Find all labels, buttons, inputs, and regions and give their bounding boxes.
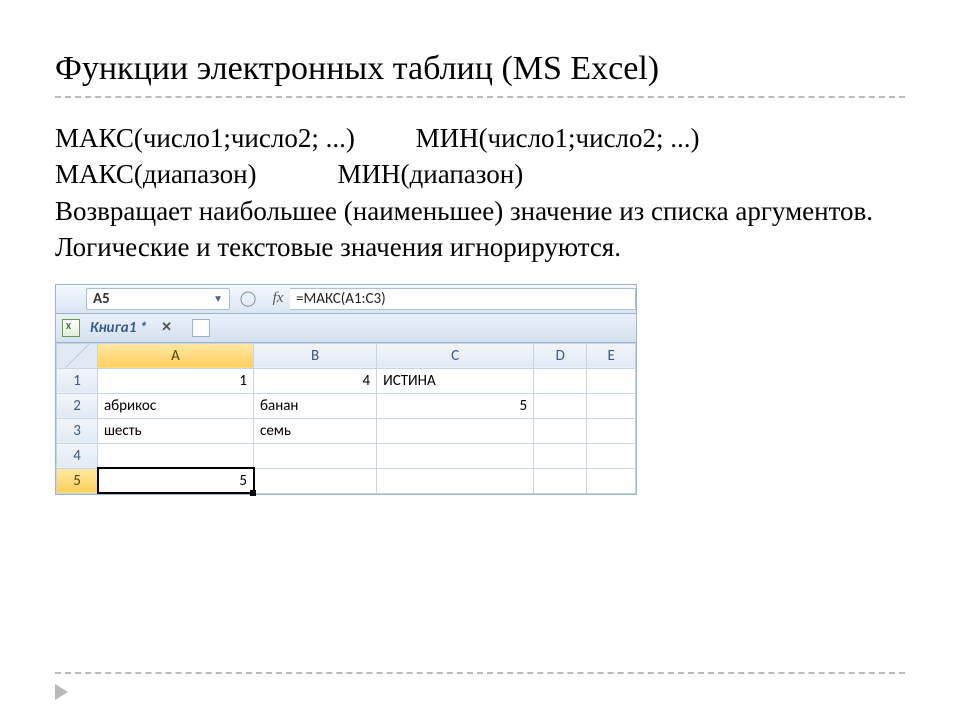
- play-icon[interactable]: [55, 684, 68, 700]
- name-box-dropdown-icon[interactable]: ▼: [213, 292, 223, 305]
- col-header-e[interactable]: E: [587, 343, 636, 368]
- formula-bar: A5 ▼ ◯ fx =МАКС(A1:C3): [56, 285, 636, 314]
- cell-a5[interactable]: 5: [98, 468, 254, 493]
- col-header-c[interactable]: C: [377, 343, 534, 368]
- cell-e1[interactable]: [587, 368, 636, 393]
- row-header-1[interactable]: 1: [57, 368, 98, 393]
- row-header-5[interactable]: 5: [57, 468, 98, 493]
- cell-e4[interactable]: [587, 443, 636, 468]
- cell-a2[interactable]: абрикос: [98, 393, 254, 418]
- sig-min-range: МИН(диапазон): [338, 159, 524, 189]
- cell-d3[interactable]: [534, 418, 587, 443]
- cell-c4[interactable]: [377, 443, 534, 468]
- body-text: МАКС(число1;число2; ...) МИН(число1;числ…: [55, 120, 905, 266]
- cell-a3[interactable]: шесть: [98, 418, 254, 443]
- excel-screenshot: A5 ▼ ◯ fx =МАКС(A1:C3) Книга1 * ✕ A B C …: [55, 284, 637, 495]
- sig-max-args: МАКС(число1;число2; ...): [55, 123, 355, 153]
- spreadsheet-grid[interactable]: A B C D E 1 1 4 ИСТИНА 2 абрикос банан 5: [56, 343, 636, 494]
- description: Возвращает наибольшее (наименьшее) значе…: [55, 193, 905, 266]
- col-header-a[interactable]: A: [98, 343, 254, 368]
- cell-c5[interactable]: [377, 468, 534, 493]
- cell-d1[interactable]: [534, 368, 587, 393]
- cell-c3[interactable]: [377, 418, 534, 443]
- row-header-4[interactable]: 4: [57, 443, 98, 468]
- cell-b5[interactable]: [254, 468, 377, 493]
- new-tab-icon[interactable]: [192, 319, 210, 337]
- workbook-tab-bar: Книга1 * ✕: [56, 314, 636, 343]
- cancel-formula-icon[interactable]: ◯: [230, 289, 266, 308]
- slide-title: Функции электронных таблиц (MS Excel): [55, 50, 905, 88]
- cell-b2[interactable]: банан: [254, 393, 377, 418]
- sig-max-range: МАКС(диапазон): [55, 159, 257, 189]
- workbook-tab[interactable]: Книга1 *: [86, 319, 151, 337]
- cell-c2[interactable]: 5: [377, 393, 534, 418]
- formula-input[interactable]: =МАКС(A1:C3): [290, 288, 636, 310]
- cell-b1[interactable]: 4: [254, 368, 377, 393]
- sig-min-args: МИН(число1;число2; ...): [416, 123, 700, 153]
- cell-e3[interactable]: [587, 418, 636, 443]
- footer-divider: [55, 672, 905, 674]
- fx-icon[interactable]: fx: [266, 290, 290, 307]
- cell-e5[interactable]: [587, 468, 636, 493]
- cell-d5[interactable]: [534, 468, 587, 493]
- row-header-3[interactable]: 3: [57, 418, 98, 443]
- title-divider: [55, 96, 905, 98]
- close-tab-icon[interactable]: ✕: [157, 320, 176, 335]
- cell-a4[interactable]: [98, 443, 254, 468]
- cell-b3[interactable]: семь: [254, 418, 377, 443]
- name-box[interactable]: A5 ▼: [86, 288, 230, 310]
- cell-d2[interactable]: [534, 393, 587, 418]
- cell-b4[interactable]: [254, 443, 377, 468]
- col-header-d[interactable]: D: [534, 343, 587, 368]
- select-all-corner[interactable]: [57, 343, 98, 368]
- name-box-value: A5: [93, 290, 110, 308]
- cell-a1[interactable]: 1: [98, 368, 254, 393]
- col-header-b[interactable]: B: [254, 343, 377, 368]
- cell-c1[interactable]: ИСТИНА: [377, 368, 534, 393]
- cell-e2[interactable]: [587, 393, 636, 418]
- row-header-2[interactable]: 2: [57, 393, 98, 418]
- excel-doc-icon: [62, 319, 80, 337]
- cell-d4[interactable]: [534, 443, 587, 468]
